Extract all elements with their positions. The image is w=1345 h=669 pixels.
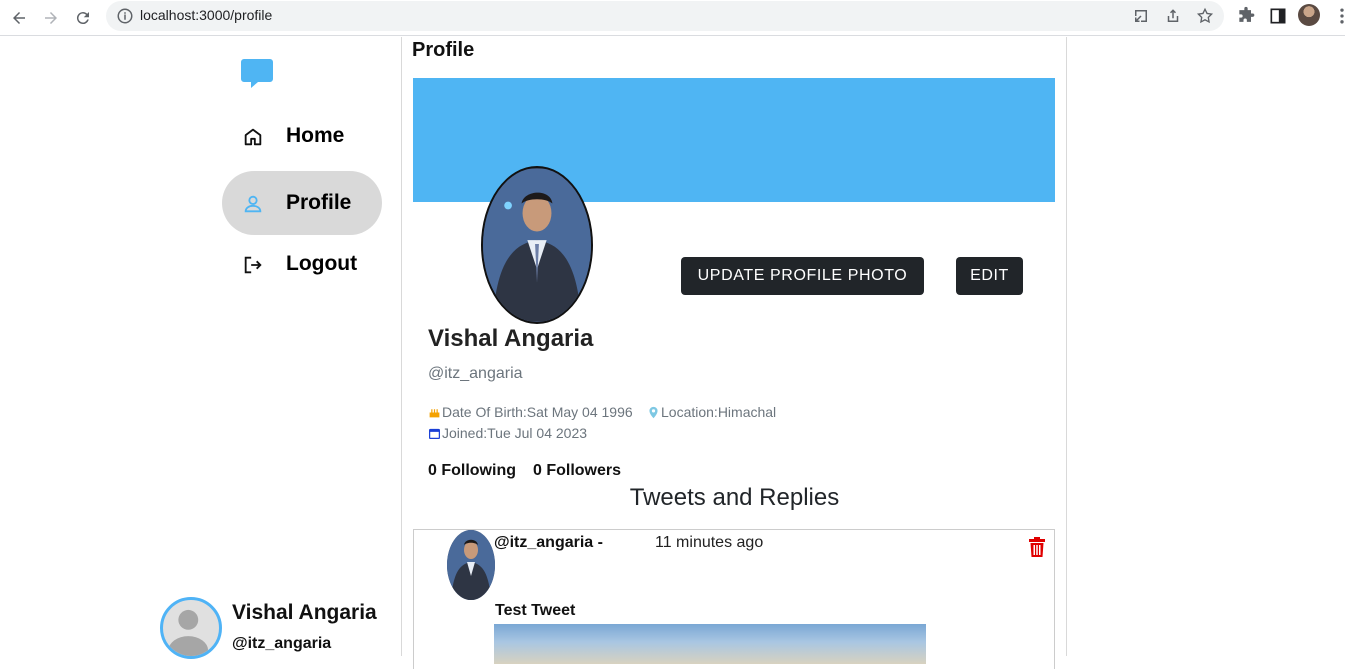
user-name: Vishal Angaria	[232, 601, 377, 624]
back-button[interactable]	[6, 5, 32, 31]
user-icon	[244, 195, 262, 213]
tweet-timestamp: 11 minutes ago	[655, 534, 764, 551]
calendar-icon	[429, 428, 440, 439]
profile-avatar	[481, 166, 593, 324]
update-profile-photo-button[interactable]: UPDATE PROFILE PHOTO	[681, 257, 924, 295]
browser-profile-avatar[interactable]	[1298, 4, 1320, 26]
reload-button[interactable]	[70, 5, 96, 31]
arrow-right-icon	[45, 12, 57, 24]
install-icon[interactable]	[1132, 7, 1150, 25]
tweet-handle[interactable]: @itz_angaria -	[494, 534, 603, 552]
menu-kebab-icon[interactable]	[1332, 6, 1345, 26]
profile-handle: @itz_angaria	[428, 365, 523, 382]
followers-count[interactable]: 0 Followers	[533, 462, 621, 480]
profile-dob: Date Of Birth:Sat May 04 1996	[428, 404, 633, 420]
profile-name: Vishal Angaria	[428, 325, 594, 352]
location-pin-icon	[649, 406, 658, 418]
url-text: localhost:3000/profile	[140, 7, 273, 23]
joined-text: Joined:Tue Jul 04 2023	[442, 425, 588, 441]
sidebar: Home Profile Logout Vishal Angaria @itz_…	[0, 37, 402, 659]
sidebar-user-card[interactable]: Vishal Angaria @itz_angaria	[160, 595, 400, 665]
extensions-icon[interactable]	[1236, 6, 1256, 26]
sidebar-item-label: Profile	[286, 191, 352, 214]
tweet-avatar	[447, 530, 495, 600]
profile-main: Profile UPDATE PROFILE PHOTO EDIT Vishal…	[402, 37, 1067, 669]
chat-logo-icon[interactable]	[240, 57, 274, 89]
following-count[interactable]: 0 Following	[428, 462, 516, 480]
sidebar-item-label: Logout	[286, 252, 358, 275]
profile-photo	[483, 168, 591, 322]
section-title: Tweets and Replies	[629, 484, 840, 511]
sidebar-item-logout[interactable]: Logout	[222, 232, 382, 296]
profile-location: Location:Himachal	[647, 404, 776, 420]
arrow-left-icon	[13, 12, 25, 24]
browser-toolbar: localhost:3000/profile	[0, 0, 1345, 36]
side-panel-icon[interactable]	[1268, 6, 1288, 26]
page-title: Profile	[412, 39, 475, 61]
cake-icon	[429, 408, 440, 417]
sidebar-item-home[interactable]: Home	[222, 104, 382, 168]
profile-joined: Joined:Tue Jul 04 2023	[428, 425, 587, 441]
reload-icon	[76, 12, 89, 25]
tweet-text: Test Tweet	[495, 602, 576, 619]
star-icon[interactable]	[1196, 7, 1214, 25]
trash-icon[interactable]	[1027, 536, 1047, 558]
sidebar-item-profile[interactable]: Profile	[222, 171, 382, 235]
tweet-image[interactable]	[494, 624, 926, 664]
tweet-card: @itz_angaria - 11 minutes ago Test Tweet	[413, 529, 1055, 669]
sidebar-item-label: Home	[286, 124, 345, 147]
default-avatar-icon	[168, 609, 209, 656]
info-icon[interactable]	[116, 7, 134, 25]
dob-text: Date Of Birth:Sat May 04 1996	[442, 404, 633, 420]
address-bar[interactable]: localhost:3000/profile	[106, 1, 1224, 31]
edit-profile-button[interactable]: EDIT	[956, 257, 1023, 295]
share-icon[interactable]	[1164, 7, 1182, 25]
user-handle: @itz_angaria	[232, 635, 332, 652]
avatar	[160, 597, 222, 659]
tweet-avatar-photo	[447, 530, 495, 600]
location-text: Location:Himachal	[661, 404, 777, 420]
forward-button[interactable]	[38, 5, 64, 31]
logout-icon	[244, 256, 262, 274]
home-icon	[244, 128, 262, 146]
